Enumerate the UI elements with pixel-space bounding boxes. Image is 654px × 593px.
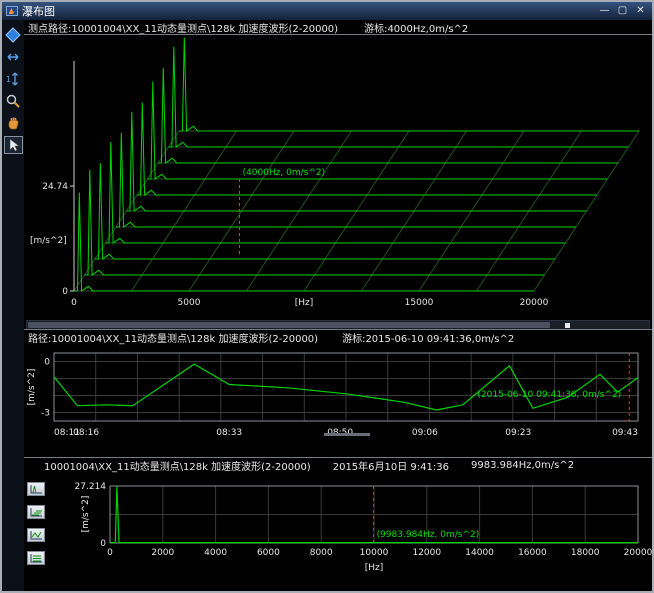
navigate-button[interactable] [4,26,23,44]
mini-list-button[interactable] [27,551,45,565]
waterfall-y-axis-label: [m/s^2] [30,236,67,246]
trend-y-tick: 0 [44,358,50,368]
waterfall-trace [106,142,566,243]
trend-scrollbar[interactable] [324,433,370,436]
spectrum-y-tick: 27.214 [75,482,107,492]
waterfall-path-label: 测点路径:10001004\XX_11动态量测点\128k 加速度波形(2-20… [28,20,338,35]
main-toolbar: 1 [2,20,24,591]
trend-x-tick: 08:16 [73,428,99,438]
spectrum-cursor-value: (9983.984Hz, 0m/s^2) [377,530,480,540]
spectrum-chart[interactable]: (9983.984Hz, 0m/s^2) 0 27.214 [m/s^2] 0 2000 4… [24,473,652,584]
svg-text:1: 1 [6,75,11,84]
waterfall-trace [148,81,608,179]
spectrum-x-tick: 4000 [204,548,227,558]
mini-trend-icon [30,530,43,540]
zoom-icon [5,93,21,109]
waterfall-window: 瀑布图 — ▢ ✕ 1 [0,0,654,593]
spectrum-x-tick: 12000 [412,548,441,558]
spectrum-header: 10001004\XX_11动态量测点\128k 加速度波形(2-20000) … [24,458,652,473]
spectrum-x-tick: 8000 [310,548,333,558]
spectrum-x-tick: 0 [107,548,113,558]
hand-icon [5,115,21,131]
trend-path-label: 路径:10001004\XX_11动态量测点\128k 加速度波形(2-2000… [28,330,318,345]
spectrum-panel: 10001004\XX_11动态量测点\128k 加速度波形(2-20000) … [24,457,652,591]
waterfall-trace [137,103,597,196]
waterfall-panel: 测点路径:10001004\XX_11动态量测点\128k 加速度波形(2-20… [24,20,652,329]
trend-x-tick: 09:43 [612,428,638,438]
spectrum-x-tick: 6000 [257,548,280,558]
mini-waterfall-icon [30,507,43,517]
waterfall-x-tick: 0 [71,298,77,308]
maximize-button[interactable]: ▢ [615,4,630,18]
spectrum-x-axis-label: [Hz] [365,563,384,573]
mini-spectrum-button[interactable] [27,482,45,496]
pan-arrows-icon [5,49,21,65]
waterfall-trace [179,38,639,131]
chart-panels: 测点路径:10001004\XX_11动态量测点\128k 加速度波形(2-20… [24,20,652,591]
scale-1to1-icon: 1 [5,71,21,87]
spectrum-x-tick: 20000 [624,548,652,558]
window-title: 瀑布图 [22,3,55,19]
spectrum-x-tick: 18000 [571,548,600,558]
app-icon [6,5,18,17]
waterfall-x-tick: 15000 [405,298,434,308]
trend-header: 路径:10001004\XX_11动态量测点\128k 加速度波形(2-2000… [24,330,652,345]
trend-panel: 路径:10001004\XX_11动态量测点\128k 加速度波形(2-2000… [24,329,652,457]
mini-spectrum-icon [30,484,43,494]
waterfall-trace [74,193,534,292]
select-pointer-button[interactable] [4,136,23,154]
trend-chart[interactable]: (2015-06-10 09:41:36, 0m/s^2) 0 -3 [m/s^2] 0… [24,345,652,455]
trend-y-axis-label: [m/s^2] [27,369,37,406]
spectrum-x-tick: 2000 [151,548,174,558]
waterfall-trace [158,68,618,163]
waterfall-y-tick: 24.74 [42,182,68,192]
spectrum-x-tick: 16000 [518,548,547,558]
waterfall-scrollbar-marker [565,323,570,328]
waterfall-x-tick: 20000 [520,298,549,308]
spectrum-datetime-label: 2015年6月10日 9:41:36 [333,458,449,473]
mini-trend-button[interactable] [27,528,45,542]
waterfall-chart[interactable]: 0 24.74 [m/s^2] 0 5000 [Hz] 15000 20000 (4000Hz,… [24,35,652,319]
trend-x-tick: 08:33 [216,428,242,438]
waterfall-scrollbar-thumb[interactable] [28,322,550,328]
waterfall-y-tick: 0 [62,287,68,297]
zoom-button[interactable] [4,92,23,110]
trend-cursor-label: 游标:2015-06-10 09:41:36,0m/s^2 [342,330,514,345]
spectrum-mini-toolbar [27,482,45,565]
mini-list-icon [30,553,43,563]
title-bar[interactable]: 瀑布图 — ▢ ✕ [2,2,652,20]
spectrum-y-tick: 0 [100,539,106,549]
minimize-button[interactable]: — [597,4,612,18]
hand-pan-button[interactable] [4,114,23,132]
spectrum-x-tick: 14000 [465,548,494,558]
waterfall-trace [169,47,629,147]
spectrum-x-tick: 10000 [360,548,389,558]
trend-y-tick: -3 [41,409,50,419]
spectrum-cursor-label: 9983.984Hz,0m/s^2 [471,460,574,471]
spectrum-y-axis-label: [m/s^2] [81,496,91,533]
waterfall-x-tick: [Hz] [295,298,314,308]
waterfall-cursor-label: 游标:4000Hz,0m/s^2 [364,20,468,35]
close-button[interactable]: ✕ [633,4,648,18]
waterfall-cursor-value: (4000Hz, 0m/s^2) [243,168,326,178]
trend-x-tick: 09:06 [412,428,438,438]
window-body: 1 [2,20,652,591]
trend-x-tick: 09:23 [505,428,531,438]
window-controls: — ▢ ✕ [597,4,648,18]
waterfall-x-tick: 5000 [178,298,201,308]
navigate-diamond-icon [5,27,21,43]
waterfall-header: 测点路径:10001004\XX_11动态量测点\128k 加速度波形(2-20… [24,20,652,35]
pan-button[interactable] [4,48,23,66]
select-pointer-icon [6,138,20,152]
waterfall-trace [127,112,587,211]
scale-button[interactable]: 1 [4,70,23,88]
mini-waterfall-button[interactable] [27,505,45,519]
trend-cursor-value: (2015-06-10 09:41:36, 0m/s^2) [477,390,621,400]
spectrum-path-label: 10001004\XX_11动态量测点\128k 加速度波形(2-20000) [44,458,311,473]
